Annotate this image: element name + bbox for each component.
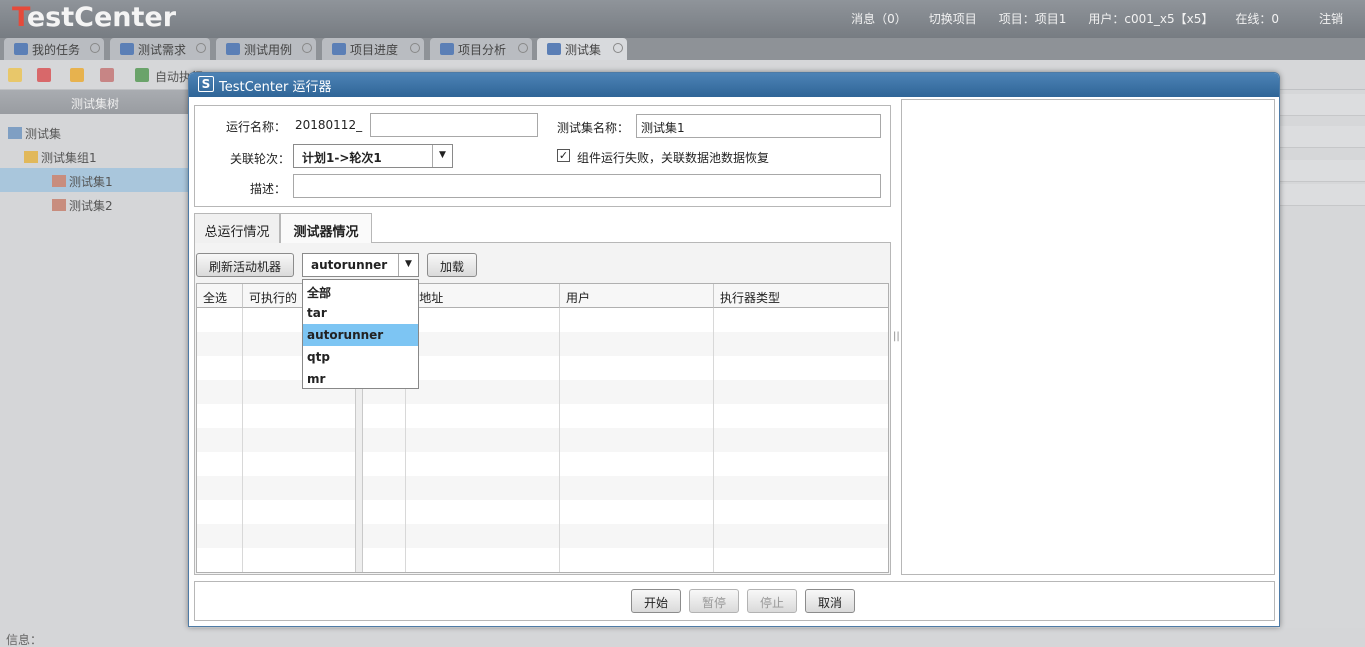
run-name-input[interactable] <box>370 113 538 137</box>
testset-root-icon <box>8 127 22 139</box>
round-label: 关联轮次： <box>230 152 291 166</box>
logout-link[interactable]: 注销 <box>1319 10 1343 27</box>
tab-progress[interactable]: 项目进度 <box>322 38 424 60</box>
action-bar: 开始 暂停 停止 取消 <box>194 581 1275 621</box>
tab-requirements[interactable]: 测试需求 <box>110 38 210 60</box>
tab-test-cases[interactable]: 测试用例 <box>216 38 316 60</box>
recover-checkbox[interactable]: ✓ <box>557 149 570 162</box>
tree-item-set1[interactable]: 测试集1 <box>0 168 190 192</box>
tree-item-set2[interactable]: 测试集2 <box>52 192 190 216</box>
user-label: 用户：c001_x5【x5】 <box>1088 12 1214 26</box>
refresh-machines-button[interactable]: 刷新活动机器 <box>196 253 294 277</box>
app-icon: S <box>198 76 214 92</box>
log-pane <box>901 99 1275 575</box>
engine-dropdown-list: 全部 tar autorunner qtp mr <box>302 279 419 389</box>
round-select[interactable]: 计划1->轮次1 ▼ <box>293 144 453 168</box>
option-qtp[interactable]: qtp <box>303 346 418 368</box>
set-name-input[interactable]: 测试集1 <box>636 114 881 138</box>
splitter-handle[interactable]: ||| <box>893 328 903 346</box>
dialog-title: TestCenter 运行器 <box>219 80 332 95</box>
testset-icon <box>52 199 66 211</box>
stop-button[interactable]: 停止 <box>747 589 797 613</box>
option-mr[interactable]: mr <box>303 368 418 390</box>
module-tabs: 我的任务 测试需求 测试用例 项目进度 项目分析 测试集 <box>0 38 1365 60</box>
tab-analysis[interactable]: 项目分析 <box>430 38 532 60</box>
delete-icon[interactable] <box>37 68 51 82</box>
pause-button[interactable]: 暂停 <box>689 589 739 613</box>
tree-panel-title: 测试集树 <box>0 90 190 114</box>
new-icon[interactable] <box>8 68 22 82</box>
recover-label: 组件运行失败，关联数据池数据恢复 <box>577 151 770 165</box>
app-logo: TestCenter <box>12 2 177 33</box>
option-autorunner[interactable]: autorunner <box>303 324 418 346</box>
machine-table: 全选 可执行的 P地址 用户 执行器类型 <box>196 283 889 573</box>
col-ip-address: P地址 <box>406 284 560 308</box>
run-name-label: 运行名称： <box>226 120 287 134</box>
start-button[interactable]: 开始 <box>631 589 681 613</box>
analysis-icon <box>440 43 454 55</box>
task-icon <box>14 43 28 55</box>
tab-tester[interactable]: 测试器情况 <box>280 213 372 244</box>
dialog-title-bar[interactable]: S TestCenter 运行器 <box>189 73 1279 97</box>
top-header: TestCenter 消息（0） 切换项目 项目：项目1 用户：c001_x5【… <box>0 0 1365 38</box>
background-grid <box>1280 90 1365 628</box>
tab-overall[interactable]: 总运行情况 <box>194 213 280 243</box>
close-icon[interactable] <box>518 43 528 53</box>
close-icon[interactable] <box>196 43 206 53</box>
engine-select[interactable]: autorunner ▼ <box>302 253 419 277</box>
testset-icon <box>547 43 561 55</box>
progress-icon <box>332 43 346 55</box>
close-icon[interactable] <box>410 43 420 53</box>
tab-my-tasks[interactable]: 我的任务 <box>4 38 104 60</box>
online-count: 在线：0 <box>1235 12 1279 26</box>
col-executor-type: 执行器类型 <box>714 284 888 308</box>
load-button[interactable]: 加载 <box>427 253 477 277</box>
col-select-all[interactable]: 全选 <box>197 284 243 308</box>
left-tree-panel: 测试集树 测试集 测试集组1 测试集1 测试集2 <box>0 90 190 628</box>
header-links: 消息（0） 切换项目 项目：项目1 用户：c001_x5【x5】 在线：0 注销 <box>851 10 1343 27</box>
set-name-label: 测试集名称： <box>557 121 630 135</box>
description-input[interactable] <box>293 174 881 198</box>
tester-panel: 刷新活动机器 autorunner ▼ 加载 全选 可执行的 P地址 用户 执行… <box>194 243 891 575</box>
auto-run-icon[interactable] <box>135 68 149 82</box>
requirement-icon <box>120 43 134 55</box>
run-form: 运行名称： 20180112_ 测试集名称： 测试集1 关联轮次： 计划1->轮… <box>194 105 891 207</box>
folder-icon <box>24 151 38 163</box>
folder-icon[interactable] <box>70 68 84 82</box>
close-icon[interactable] <box>613 43 623 53</box>
col-user: 用户 <box>560 284 714 308</box>
testcase-icon <box>226 43 240 55</box>
tree-root[interactable]: 测试集 <box>8 120 188 144</box>
tree-group[interactable]: 测试集组1 <box>24 144 190 168</box>
status-bar: 信息： <box>0 628 1365 647</box>
option-all[interactable]: 全部 <box>303 280 418 302</box>
chevron-down-icon[interactable]: ▼ <box>398 254 418 276</box>
runner-dialog: S TestCenter 运行器 运行名称： 20180112_ 测试集名称： … <box>188 72 1280 627</box>
cut-icon[interactable] <box>100 68 114 82</box>
messages-link[interactable]: 消息（0） <box>851 10 907 27</box>
run-name-prefix: 20180112_ <box>295 118 363 132</box>
project-label: 项目：项目1 <box>998 12 1067 26</box>
description-label: 描述： <box>250 182 287 196</box>
option-tar[interactable]: tar <box>303 302 418 324</box>
close-icon[interactable] <box>302 43 312 53</box>
close-icon[interactable] <box>90 43 100 53</box>
switch-project-link[interactable]: 切换项目 <box>929 10 977 27</box>
tab-test-set[interactable]: 测试集 <box>537 38 627 60</box>
cancel-button[interactable]: 取消 <box>805 589 855 613</box>
testset-icon <box>52 175 66 187</box>
runner-tabs: 总运行情况 测试器情况 <box>194 213 891 244</box>
chevron-down-icon[interactable]: ▼ <box>432 145 452 167</box>
